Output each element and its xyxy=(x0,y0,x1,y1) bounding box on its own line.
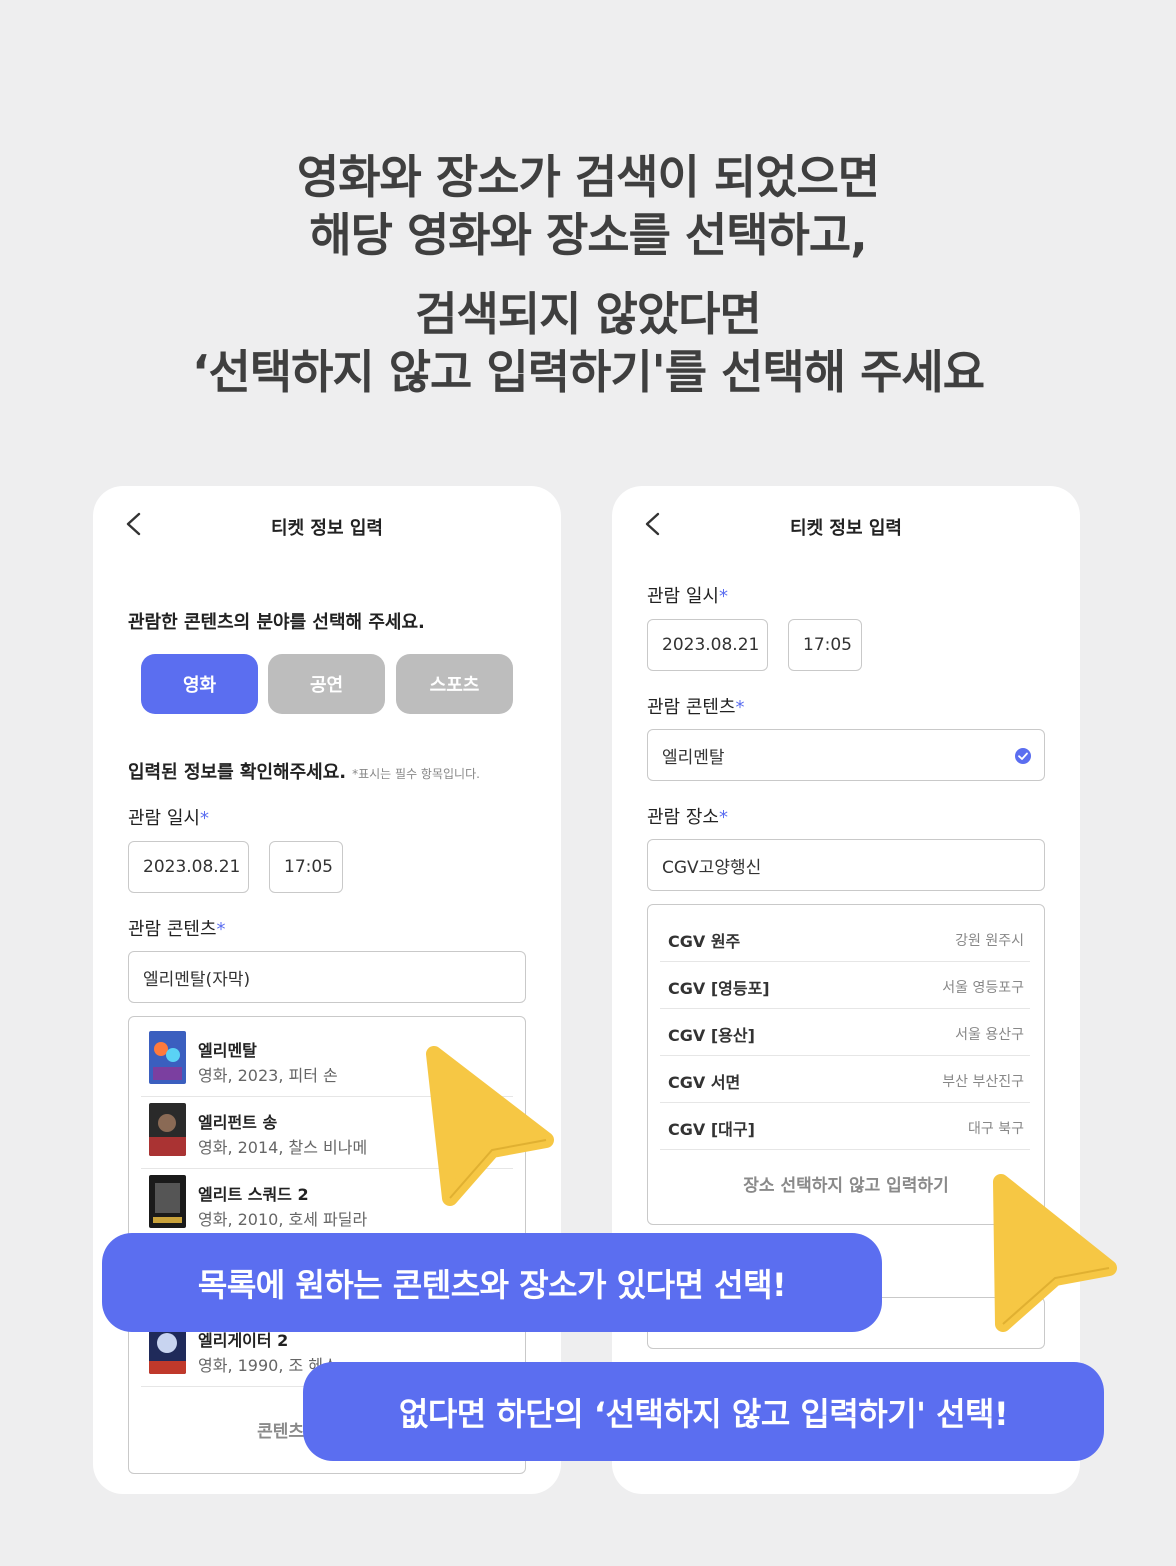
content-field[interactable]: 엘리멘탈 xyxy=(647,729,1045,781)
date-field[interactable]: 2023.08.21 xyxy=(128,841,249,893)
time-field[interactable]: 17:05 xyxy=(269,841,343,893)
content-value: 엘리멘탈 xyxy=(662,747,725,768)
nav-title: 티켓 정보 입력 xyxy=(271,518,383,539)
poster-thumbnail xyxy=(149,1103,186,1156)
place-search-input[interactable]: CGV고양행신 xyxy=(647,839,1045,891)
place-label-text: 관람 장소 xyxy=(647,807,719,828)
place-region: 강원 원주시 xyxy=(955,933,1024,949)
category-sports-button[interactable]: 스포츠 xyxy=(396,654,513,714)
cursor-arrow-icon xyxy=(426,1046,554,1206)
headline-line1: 영화와 장소가 검색이 되었으면 xyxy=(296,150,880,204)
list-item[interactable]: CGV [용산] 서울 용산구 xyxy=(660,1009,1030,1056)
movie-meta: 영화, 2023, 피터 손 xyxy=(198,1066,338,1085)
check-circle-icon xyxy=(1015,748,1031,764)
movie-title: 엘리트 스쿼드 2 xyxy=(198,1185,309,1204)
required-hint: *표시는 필수 항목입니다. xyxy=(352,767,480,781)
category-prompt: 관람한 콘텐츠의 분야를 선택해 주세요. xyxy=(128,612,425,633)
movie-title: 엘리멘탈 xyxy=(198,1041,257,1060)
movie-meta: 영화, 2010, 호세 파딜라 xyxy=(198,1210,368,1229)
place-label: 관람 장소* xyxy=(647,803,728,829)
headline-bottom: 검색되지 않았다면 ‘선택하지 않고 입력하기'를 선택해 주세요 xyxy=(0,285,1176,401)
cursor-arrow-icon xyxy=(993,1174,1117,1332)
list-item[interactable]: CGV [영등포] 서울 영등포구 xyxy=(660,962,1030,1009)
headline-top: 영화와 장소가 검색이 되었으면 해당 영화와 장소를 선택하고, xyxy=(0,148,1176,264)
place-region: 서울 영등포구 xyxy=(942,980,1024,996)
poster-thumbnail xyxy=(149,1175,186,1228)
list-item[interactable]: CGV 원주 강원 원주시 xyxy=(660,915,1030,962)
place-region: 대구 북구 xyxy=(968,1121,1024,1137)
required-mark: * xyxy=(216,919,226,940)
date-field[interactable]: 2023.08.21 xyxy=(647,619,768,671)
list-item[interactable]: CGV 서면 부산 부산진구 xyxy=(660,1056,1030,1103)
required-mark: * xyxy=(718,807,728,828)
content-label: 관람 콘텐츠* xyxy=(647,693,745,719)
place-name: CGV [영등포] xyxy=(668,979,770,998)
required-mark: * xyxy=(199,808,209,829)
confirm-title-text: 입력된 정보를 확인해주세요. xyxy=(128,762,347,783)
content-label: 관람 콘텐츠* xyxy=(128,915,226,941)
required-mark: * xyxy=(718,586,728,607)
movie-meta: 영화, 2014, 찰스 비나메 xyxy=(198,1138,368,1157)
movie-title: 엘리펀트 송 xyxy=(198,1113,278,1132)
content-label-text: 관람 콘텐츠 xyxy=(128,919,217,940)
date-label-text: 관람 일시 xyxy=(128,808,200,829)
callout-skip: 없다면 하단의 ‘선택하지 않고 입력하기' 선택! xyxy=(303,1362,1104,1461)
place-region: 부산 부산진구 xyxy=(942,1074,1024,1090)
right-screen: 티켓 정보 입력 관람 일시* 2023.08.21 17:05 관람 콘텐츠*… xyxy=(612,486,1080,1494)
place-name: CGV 서면 xyxy=(668,1073,741,1092)
content-label-text: 관람 콘텐츠 xyxy=(647,697,736,718)
nav-title: 티켓 정보 입력 xyxy=(790,518,902,539)
category-movie-button[interactable]: 영화 xyxy=(141,654,258,714)
poster-thumbnail xyxy=(149,1031,186,1084)
date-label: 관람 일시* xyxy=(647,582,728,608)
place-name: CGV [용산] xyxy=(668,1026,755,1045)
place-region: 서울 용산구 xyxy=(955,1027,1024,1043)
time-field[interactable]: 17:05 xyxy=(788,619,862,671)
left-screen: 티켓 정보 입력 관람한 콘텐츠의 분야를 선택해 주세요. 영화 공연 스포츠… xyxy=(93,486,561,1494)
confirm-title: 입력된 정보를 확인해주세요. *표시는 필수 항목입니다. xyxy=(128,758,480,784)
date-label: 관람 일시* xyxy=(128,804,209,830)
place-name: CGV [대구] xyxy=(668,1120,755,1139)
callout-select: 목록에 원하는 콘텐츠와 장소가 있다면 선택! xyxy=(102,1233,882,1332)
headline-line4: ‘선택하지 않고 입력하기'를 선택해 주세요 xyxy=(191,345,985,399)
required-mark: * xyxy=(735,697,745,718)
category-performance-button[interactable]: 공연 xyxy=(268,654,385,714)
place-name: CGV 원주 xyxy=(668,932,741,951)
headline-line3: 검색되지 않았다면 xyxy=(415,287,762,341)
headline-line2: 해당 영화와 장소를 선택하고, xyxy=(309,208,867,262)
list-item[interactable]: CGV [대구] 대구 북구 xyxy=(660,1103,1030,1150)
content-search-input[interactable]: 엘리멘탈(자막) xyxy=(128,951,526,1003)
date-label-text: 관람 일시 xyxy=(647,586,719,607)
